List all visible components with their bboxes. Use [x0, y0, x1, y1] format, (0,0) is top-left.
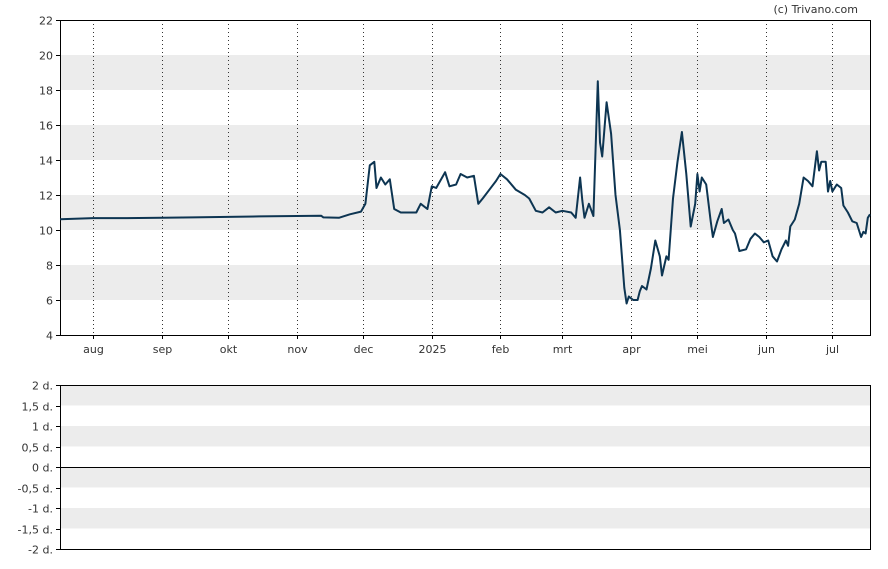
chart-canvas: aug sep okt nov dec 2025 feb mrt apr mei jun jul 4 6 8…: [18, 3, 871, 557]
x-tick-label: okt: [220, 343, 238, 356]
y-tick-label: -0,5 d.: [18, 483, 53, 496]
price-chart: aug sep okt nov dec 2025 feb mrt apr mei jun jul 4 6 8…: [39, 15, 871, 356]
grid-band: [60, 125, 870, 160]
y-tick-label: 8: [46, 260, 53, 273]
grid-band: [60, 55, 870, 90]
chart-root: aug sep okt nov dec 2025 feb mrt apr mei jun jul 4 6 8…: [0, 0, 888, 565]
x-tick-label: 2025: [419, 343, 447, 356]
y-tick-label: 12: [39, 190, 53, 203]
grid-band: [60, 467, 870, 488]
x-tick-label: jun: [757, 343, 775, 356]
x-tick-label: nov: [287, 343, 308, 356]
x-tick-label: aug: [83, 343, 104, 356]
y-tick-label: 14: [39, 155, 53, 168]
y-tick-label: 1 d.: [32, 421, 53, 434]
y-tick-label: 20: [39, 50, 53, 63]
y-tick-label: 6: [46, 295, 53, 308]
y-tick-label: -1,5 d.: [18, 524, 53, 537]
y-tick-label: 18: [39, 85, 53, 98]
y-tick-label: 10: [39, 225, 53, 238]
x-tick-label: jul: [825, 343, 839, 356]
grid-band: [60, 426, 870, 447]
x-tick-label: feb: [492, 343, 510, 356]
y-tick-label: 4: [46, 330, 53, 343]
y-tick-label: 2 d.: [32, 380, 53, 393]
grid-band: [60, 508, 870, 529]
y-tick-label: 22: [39, 15, 53, 28]
watermark: (c) Trivano.com: [773, 3, 858, 16]
y-tick-label: 0,5 d.: [22, 442, 53, 455]
y-tick-label: 0 d.: [32, 462, 53, 475]
x-tick-label: dec: [354, 343, 374, 356]
x-tick-label: mei: [687, 343, 708, 356]
y-tick-label: 16: [39, 120, 53, 133]
x-tick-label: sep: [153, 343, 172, 356]
x-tick-label: mrt: [553, 343, 573, 356]
grid-band: [60, 195, 870, 230]
indicator-chart: -2 d. -1,5 d. -1 d. -0,5 d. 0 d. 0,5 d. 1 d. 1,…: [18, 380, 871, 557]
grid-band: [60, 385, 870, 406]
y-tick-label: 1,5 d.: [22, 401, 53, 414]
y-tick-label: -2 d.: [28, 544, 53, 557]
x-tick-label: apr: [622, 343, 641, 356]
y-tick-label: -1 d.: [28, 503, 53, 516]
grid-band: [60, 265, 870, 300]
